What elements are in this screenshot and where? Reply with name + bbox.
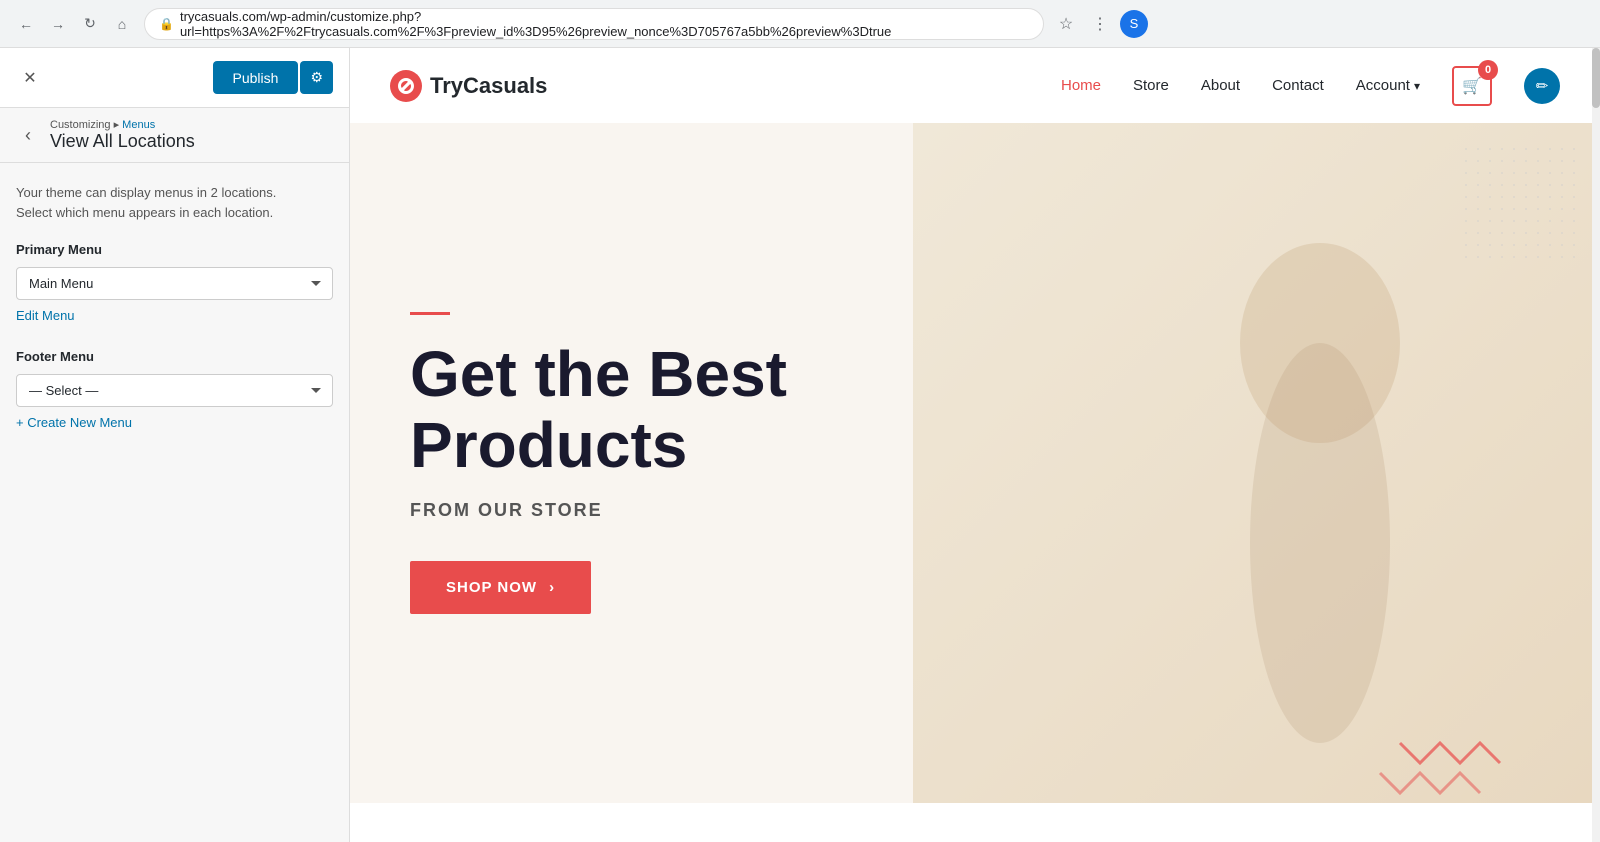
footer-menu-section: Footer Menu — Select — Main Menu + Creat… xyxy=(16,349,333,432)
back-button[interactable]: ‹ xyxy=(12,119,44,151)
breadcrumb-separator: ▸ xyxy=(114,119,123,131)
preview-area: TryCasuals Home Store About Contact Acco… xyxy=(350,48,1600,842)
preview-content: TryCasuals Home Store About Contact Acco… xyxy=(350,48,1600,842)
breadcrumb-content: Customizing ▸ Menus View All Locations xyxy=(50,118,195,152)
nav-about[interactable]: About xyxy=(1201,77,1240,94)
edit-pencil-button[interactable]: ✏ xyxy=(1524,68,1560,104)
page-title: View All Locations xyxy=(50,131,195,152)
edit-menu-link[interactable]: Edit Menu xyxy=(16,308,75,323)
logo-text: TryCasuals xyxy=(430,73,547,99)
hero-content: Get the Best Products FROM OUR STORE SHO… xyxy=(350,252,1038,674)
gear-button[interactable]: ⚙ xyxy=(300,61,333,94)
home-nav-button[interactable]: ⌂ xyxy=(108,10,136,38)
nav-home[interactable]: Home xyxy=(1061,77,1101,94)
close-customizer-button[interactable]: ✕ xyxy=(16,64,44,92)
site-logo[interactable]: TryCasuals xyxy=(390,70,547,102)
panel-description: Your theme can display menus in 2 locati… xyxy=(16,183,333,222)
panel-header: ✕ Publish ⚙ xyxy=(0,48,349,108)
breadcrumb-prefix: Customizing xyxy=(50,119,111,131)
hero-title: Get the Best Products xyxy=(410,339,978,480)
site-header: TryCasuals Home Store About Contact Acco… xyxy=(350,48,1600,123)
nav-account[interactable]: Account ▾ xyxy=(1356,77,1420,94)
forward-nav-button[interactable]: → xyxy=(44,10,72,38)
hero-title-line2: Products xyxy=(410,409,687,481)
footer-menu-select[interactable]: — Select — Main Menu xyxy=(16,374,333,407)
cart-button[interactable]: 🛒 0 xyxy=(1452,66,1492,106)
publish-controls: Publish ⚙ xyxy=(213,61,333,94)
footer-menu-select-wrapper: — Select — Main Menu xyxy=(16,374,333,407)
primary-menu-label: Primary Menu xyxy=(16,242,333,257)
primary-menu-select[interactable]: Main Menu Footer Menu xyxy=(16,267,333,300)
primary-menu-select-wrapper: Main Menu Footer Menu xyxy=(16,267,333,300)
browser-actions: ☆ ⋮ S xyxy=(1052,10,1148,38)
hero-title-line1: Get the Best xyxy=(410,338,787,410)
main-layout: ✕ Publish ⚙ ‹ Customizing ▸ Menus View A… xyxy=(0,48,1600,842)
shop-now-button[interactable]: SHOP NOW › xyxy=(410,561,591,614)
breadcrumb-path: Customizing ▸ Menus xyxy=(50,118,195,131)
chevron-down-icon: ▾ xyxy=(1414,79,1420,93)
nav-contact[interactable]: Contact xyxy=(1272,77,1324,94)
url-text: trycasuals.com/wp-admin/customize.php?ur… xyxy=(180,9,1029,39)
profile-avatar[interactable]: S xyxy=(1120,10,1148,38)
breadcrumb-bar: ‹ Customizing ▸ Menus View All Locations xyxy=(0,108,349,163)
hero-woman-svg xyxy=(1100,143,1540,803)
nav-store[interactable]: Store xyxy=(1133,77,1169,94)
shop-now-arrow: › xyxy=(549,579,555,596)
site-nav: Home Store About Contact Account ▾ 🛒 0 ✏ xyxy=(1061,66,1560,106)
cart-icon: 🛒 xyxy=(1462,76,1482,96)
footer-menu-label: Footer Menu xyxy=(16,349,333,364)
back-nav-button[interactable]: ← xyxy=(12,10,40,38)
panel-header-left: ✕ xyxy=(16,64,44,92)
address-bar[interactable]: 🔒 trycasuals.com/wp-admin/customize.php?… xyxy=(144,8,1044,40)
description-line1: Your theme can display menus in 2 locati… xyxy=(16,185,276,200)
reload-button[interactable]: ↻ xyxy=(76,10,104,38)
logo-icon xyxy=(390,70,422,102)
primary-menu-section: Primary Menu Main Menu Footer Menu Edit … xyxy=(16,242,333,325)
panel-content: Your theme can display menus in 2 locati… xyxy=(0,163,349,842)
nav-account-label: Account xyxy=(1356,77,1410,94)
hero-accent-line xyxy=(410,312,450,315)
description-line2: Select which menu appears in each locati… xyxy=(16,205,273,220)
customizer-panel: ✕ Publish ⚙ ‹ Customizing ▸ Menus View A… xyxy=(0,48,350,842)
browser-chrome: ← → ↻ ⌂ 🔒 trycasuals.com/wp-admin/custom… xyxy=(0,0,1600,48)
hero-section: Get the Best Products FROM OUR STORE SHO… xyxy=(350,123,1600,803)
cart-badge: 0 xyxy=(1478,60,1498,80)
bookmark-button[interactable]: ☆ xyxy=(1052,10,1080,38)
shop-now-label: SHOP NOW xyxy=(446,579,537,596)
scrollbar-track xyxy=(1592,48,1600,842)
breadcrumb-section-link[interactable]: Menus xyxy=(122,119,155,131)
hero-subtitle: FROM OUR STORE xyxy=(410,500,978,521)
more-button[interactable]: ⋮ xyxy=(1086,10,1114,38)
lock-icon: 🔒 xyxy=(159,17,174,31)
publish-button[interactable]: Publish xyxy=(213,61,299,94)
create-new-menu-link[interactable]: + Create New Menu xyxy=(16,415,132,430)
scrollbar-thumb[interactable] xyxy=(1592,48,1600,108)
nav-buttons: ← → ↻ ⌂ xyxy=(12,10,136,38)
